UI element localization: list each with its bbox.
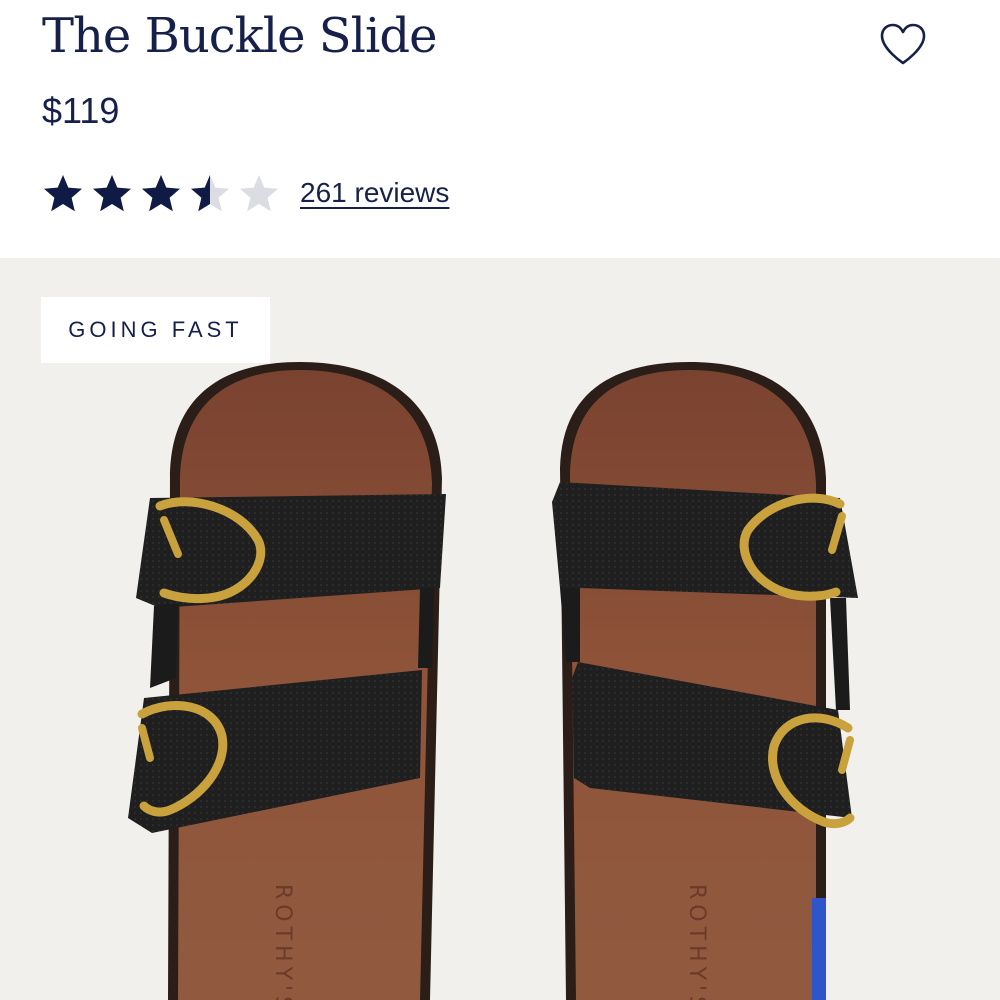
left-insole-brand: ROTHY'S [270, 884, 295, 1000]
product-price: $119 [42, 90, 120, 131]
star-filled-icon [142, 175, 180, 212]
reviews-link[interactable]: 261 reviews [300, 177, 449, 209]
product-header: The Buckle Slide $119 261 reviews [0, 0, 1000, 258]
rating-row: 261 reviews [42, 170, 449, 216]
star-filled-icon [93, 175, 131, 212]
star-rating [42, 172, 280, 214]
left-sandal: ROTHY'S [128, 362, 446, 1000]
product-image[interactable]: ROTHY'S ROTHY'S GOING FAST [0, 258, 1000, 1000]
favorite-button[interactable] [874, 16, 932, 72]
heart-outline-icon [880, 23, 926, 65]
star-filled-icon [44, 175, 82, 212]
star-half-icon [191, 175, 229, 212]
right-insole-brand: ROTHY'S [684, 884, 709, 1000]
product-title: The Buckle Slide [42, 8, 437, 64]
right-sandal: ROTHY'S [552, 362, 858, 1000]
sandals-image: ROTHY'S ROTHY'S [128, 362, 858, 1000]
star-empty-icon [240, 175, 278, 212]
going-fast-badge: GOING FAST [41, 297, 270, 363]
